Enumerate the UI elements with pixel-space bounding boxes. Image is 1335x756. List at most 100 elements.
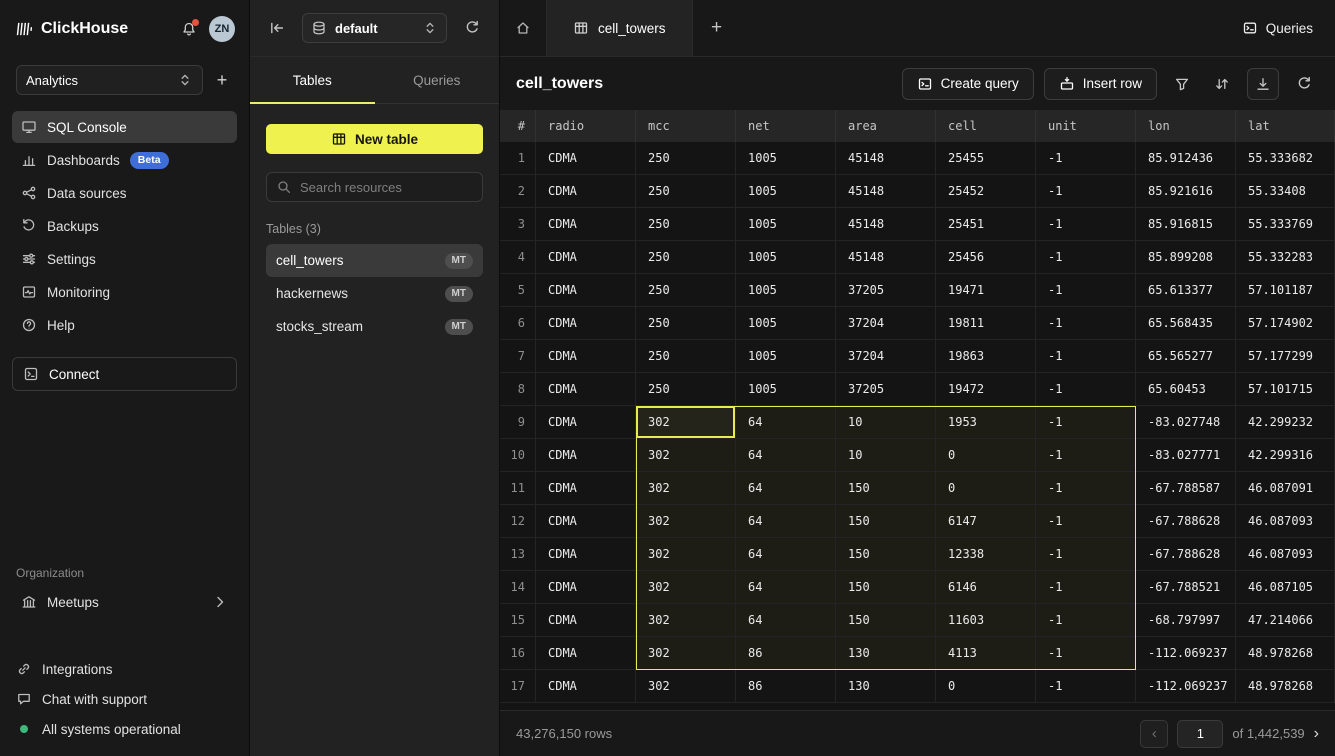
sidebar-item-monitoring[interactable]: Monitoring (12, 276, 237, 308)
column-header-lat[interactable]: lat (1236, 110, 1335, 142)
cell-mcc[interactable]: 302 (636, 571, 736, 603)
cell-lon[interactable]: -83.027771 (1136, 439, 1236, 471)
cell-lon[interactable]: 85.899208 (1136, 241, 1236, 273)
cell-radio[interactable]: CDMA (536, 406, 636, 438)
cell-lat[interactable]: 55.33408 (1236, 175, 1335, 207)
cell-net[interactable]: 64 (736, 472, 836, 504)
row-number[interactable]: 17 (500, 670, 536, 702)
cell-mcc[interactable]: 250 (636, 307, 736, 339)
column-header-net[interactable]: net (736, 110, 836, 142)
cell-cell[interactable]: 19472 (936, 373, 1036, 405)
workspace-selector[interactable]: Analytics (16, 65, 203, 95)
cell-mcc[interactable]: 250 (636, 340, 736, 372)
cell-unit[interactable]: -1 (1036, 439, 1136, 471)
sidebar-item-backups[interactable]: Backups (12, 210, 237, 242)
cell-lat[interactable]: 48.978268 (1236, 670, 1335, 702)
add-service-button[interactable]: + (209, 67, 235, 93)
cell-lat[interactable]: 46.087091 (1236, 472, 1335, 504)
cell-mcc[interactable]: 250 (636, 175, 736, 207)
cell-cell[interactable]: 0 (936, 472, 1036, 504)
cell-mcc[interactable]: 302 (636, 406, 736, 438)
cell-unit[interactable]: -1 (1036, 340, 1136, 372)
cell-lat[interactable]: 57.174902 (1236, 307, 1335, 339)
cell-area[interactable]: 130 (836, 670, 936, 702)
cell-radio[interactable]: CDMA (536, 439, 636, 471)
cell-mcc[interactable]: 250 (636, 241, 736, 273)
sidebar-item-meetups[interactable]: Meetups (12, 586, 237, 618)
cell-mcc[interactable]: 302 (636, 472, 736, 504)
cell-lat[interactable]: 46.087093 (1236, 538, 1335, 570)
cell-mcc[interactable]: 250 (636, 142, 736, 174)
column-header-mcc[interactable]: mcc (636, 110, 736, 142)
cell-area[interactable]: 45148 (836, 208, 936, 240)
queries-link[interactable]: Queries (1242, 20, 1313, 36)
cell-mcc[interactable]: 250 (636, 274, 736, 306)
cell-lon[interactable]: 85.921616 (1136, 175, 1236, 207)
cell-net[interactable]: 1005 (736, 208, 836, 240)
cell-unit[interactable]: -1 (1036, 505, 1136, 537)
cell-mcc[interactable]: 302 (636, 538, 736, 570)
cell-unit[interactable]: -1 (1036, 571, 1136, 603)
cell-net[interactable]: 64 (736, 505, 836, 537)
column-header-area[interactable]: area (836, 110, 936, 142)
cell-cell[interactable]: 12338 (936, 538, 1036, 570)
cell-cell[interactable]: 25456 (936, 241, 1036, 273)
table-list-item-cell-towers[interactable]: cell_towers MT (266, 244, 483, 277)
cell-lon[interactable]: -83.027748 (1136, 406, 1236, 438)
cell-unit[interactable]: -1 (1036, 538, 1136, 570)
cell-radio[interactable]: CDMA (536, 670, 636, 702)
cell-lat[interactable]: 57.101715 (1236, 373, 1335, 405)
cell-net[interactable]: 64 (736, 538, 836, 570)
row-number[interactable]: 10 (500, 439, 536, 471)
connect-button[interactable]: Connect (12, 357, 237, 391)
cell-mcc[interactable]: 302 (636, 637, 736, 669)
cell-lat[interactable]: 55.333682 (1236, 142, 1335, 174)
cell-unit[interactable]: -1 (1036, 670, 1136, 702)
cell-lat[interactable]: 48.978268 (1236, 637, 1335, 669)
row-number[interactable]: 1 (500, 142, 536, 174)
cell-radio[interactable]: CDMA (536, 340, 636, 372)
cell-cell[interactable]: 6147 (936, 505, 1036, 537)
column-header-rownum[interactable]: # (500, 110, 536, 142)
cell-area[interactable]: 37205 (836, 274, 936, 306)
cell-lat[interactable]: 46.087093 (1236, 505, 1335, 537)
column-header-lon[interactable]: lon (1136, 110, 1236, 142)
cell-lon[interactable]: -67.788521 (1136, 571, 1236, 603)
cell-cell[interactable]: 19471 (936, 274, 1036, 306)
column-header-unit[interactable]: unit (1036, 110, 1136, 142)
cell-net[interactable]: 1005 (736, 175, 836, 207)
cell-lat[interactable]: 46.087105 (1236, 571, 1335, 603)
cell-net[interactable]: 64 (736, 406, 836, 438)
cell-area[interactable]: 10 (836, 406, 936, 438)
cell-area[interactable]: 45148 (836, 241, 936, 273)
cell-lon[interactable]: -112.069237 (1136, 637, 1236, 669)
cell-cell[interactable]: 19863 (936, 340, 1036, 372)
table-list-item-hackernews[interactable]: hackernews MT (266, 277, 483, 310)
cell-area[interactable]: 45148 (836, 175, 936, 207)
cell-cell[interactable]: 25452 (936, 175, 1036, 207)
row-number[interactable]: 7 (500, 340, 536, 372)
cell-lat[interactable]: 57.177299 (1236, 340, 1335, 372)
sidebar-item-settings[interactable]: Settings (12, 243, 237, 275)
row-number[interactable]: 16 (500, 637, 536, 669)
cell-mcc[interactable]: 302 (636, 604, 736, 636)
sidebar-item-help[interactable]: Help (12, 309, 237, 341)
database-selector[interactable]: default (302, 13, 447, 43)
cell-area[interactable]: 150 (836, 472, 936, 504)
cell-unit[interactable]: -1 (1036, 175, 1136, 207)
cell-lon[interactable]: -67.788628 (1136, 505, 1236, 537)
chat-support-link[interactable]: Chat with support (0, 684, 249, 714)
cell-lon[interactable]: -67.788587 (1136, 472, 1236, 504)
cell-unit[interactable]: -1 (1036, 406, 1136, 438)
row-number[interactable]: 8 (500, 373, 536, 405)
cell-unit[interactable]: -1 (1036, 373, 1136, 405)
cell-area[interactable]: 150 (836, 571, 936, 603)
cell-lon[interactable]: 85.912436 (1136, 142, 1236, 174)
row-number[interactable]: 5 (500, 274, 536, 306)
cell-cell[interactable]: 0 (936, 670, 1036, 702)
cell-radio[interactable]: CDMA (536, 241, 636, 273)
next-page-button[interactable]: › (1314, 725, 1319, 743)
system-status-link[interactable]: All systems operational (0, 714, 249, 744)
table-list-item-stocks-stream[interactable]: stocks_stream MT (266, 310, 483, 343)
refresh-data-button[interactable] (1289, 69, 1319, 99)
